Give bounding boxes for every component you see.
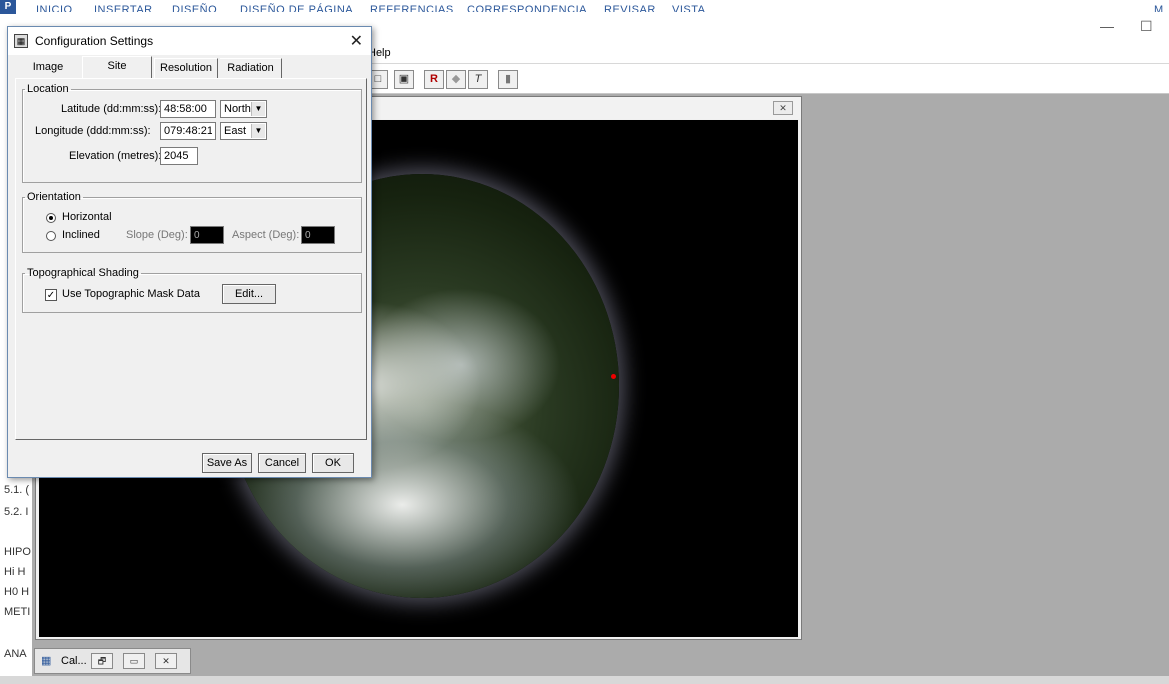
close-button[interactable]: ✕	[155, 653, 177, 669]
dialog-icon: ▦	[14, 34, 28, 48]
use-topographic-mask-checkbox[interactable]: ✓	[45, 289, 57, 301]
latitude-direction-select[interactable]: North ▼	[220, 100, 267, 118]
elevation-input[interactable]	[160, 147, 198, 165]
doc-text-line: H0 H	[4, 586, 30, 598]
slope-label: Slope (Deg):	[126, 229, 188, 241]
longitude-direction-select[interactable]: East ▼	[220, 122, 267, 140]
red-tool-icon[interactable]: R	[424, 70, 444, 89]
horizontal-label: Horizontal	[62, 211, 112, 223]
longitude-direction-value: East	[224, 125, 247, 137]
word-app-icon: P	[0, 0, 16, 14]
status-strip	[0, 676, 1169, 684]
site-tab-panel: Location Latitude (dd:mm:ss): North ▼ Lo…	[15, 78, 367, 440]
doc-text-line: METI	[4, 606, 31, 618]
image-window-close-button[interactable]: ✕	[773, 101, 793, 115]
aspect-label: Aspect (Deg):	[232, 229, 300, 241]
save-as-button[interactable]: Save As	[202, 453, 252, 473]
ok-button[interactable]: OK	[312, 453, 354, 473]
cancel-button[interactable]: Cancel	[258, 453, 306, 473]
slope-input[interactable]: 0	[190, 226, 224, 244]
app-child-icon: ▦	[41, 655, 52, 667]
minimized-child-label: Cal...	[61, 655, 87, 667]
properties-icon[interactable]: ▣	[394, 70, 414, 89]
configuration-settings-dialog: ▦ Configuration Settings ✕ Image Site Re…	[7, 26, 372, 478]
minimized-child-window[interactable]: ▦ Cal... 🗗 ▭ ✕	[34, 648, 191, 674]
inclined-radio[interactable]	[46, 231, 56, 241]
doc-text-line: HIPO	[4, 546, 31, 558]
inclined-label: Inclined	[62, 229, 100, 241]
dialog-title: Configuration Settings	[35, 34, 154, 48]
horizontal-radio[interactable]	[46, 213, 56, 223]
maximize-button[interactable]: ▭	[123, 653, 145, 669]
red-marker	[611, 374, 616, 379]
tab-site[interactable]: Site	[82, 56, 152, 79]
gray-tool-icon[interactable]: ◆	[446, 70, 466, 89]
doc-text-line: ANA	[4, 648, 27, 660]
close-icon[interactable]: ✕	[350, 31, 363, 51]
latitude-direction-value: North	[224, 103, 251, 115]
longitude-label: Longitude (ddd:mm:ss):	[35, 125, 151, 137]
topographical-shading-legend: Topographical Shading	[27, 267, 139, 279]
longitude-input[interactable]	[160, 122, 216, 140]
latitude-label: Latitude (dd:mm:ss):	[61, 103, 162, 115]
aspect-input[interactable]: 0	[301, 226, 335, 244]
orientation-legend: Orientation	[27, 191, 81, 203]
bar-icon[interactable]: ▮	[498, 70, 518, 89]
location-legend: Location	[27, 83, 69, 95]
restore-button[interactable]: 🗗	[91, 653, 113, 669]
doc-text-line: 5.1. (	[4, 484, 30, 496]
tab-resolution[interactable]: Resolution	[154, 58, 218, 79]
chevron-down-icon[interactable]: ▼	[251, 102, 265, 116]
dialog-titlebar: ▦ Configuration Settings ✕	[8, 27, 371, 55]
latitude-input[interactable]	[160, 100, 216, 118]
tab-image[interactable]: Image	[18, 58, 78, 79]
chevron-down-icon[interactable]: ▼	[251, 124, 265, 138]
text-tool-icon[interactable]: T	[468, 70, 488, 89]
tab-radiation[interactable]: Radiation	[220, 58, 282, 79]
edit-button[interactable]: Edit...	[222, 284, 276, 304]
use-topographic-mask-label: Use Topographic Mask Data	[62, 288, 200, 300]
doc-text-line: Hi H	[4, 566, 26, 578]
app-maximize-button[interactable]: ☐	[1140, 18, 1153, 35]
app-minimize-button[interactable]: —	[1100, 18, 1114, 34]
doc-text-line: 5.2. I	[4, 506, 29, 518]
elevation-label: Elevation (metres):	[69, 150, 162, 162]
